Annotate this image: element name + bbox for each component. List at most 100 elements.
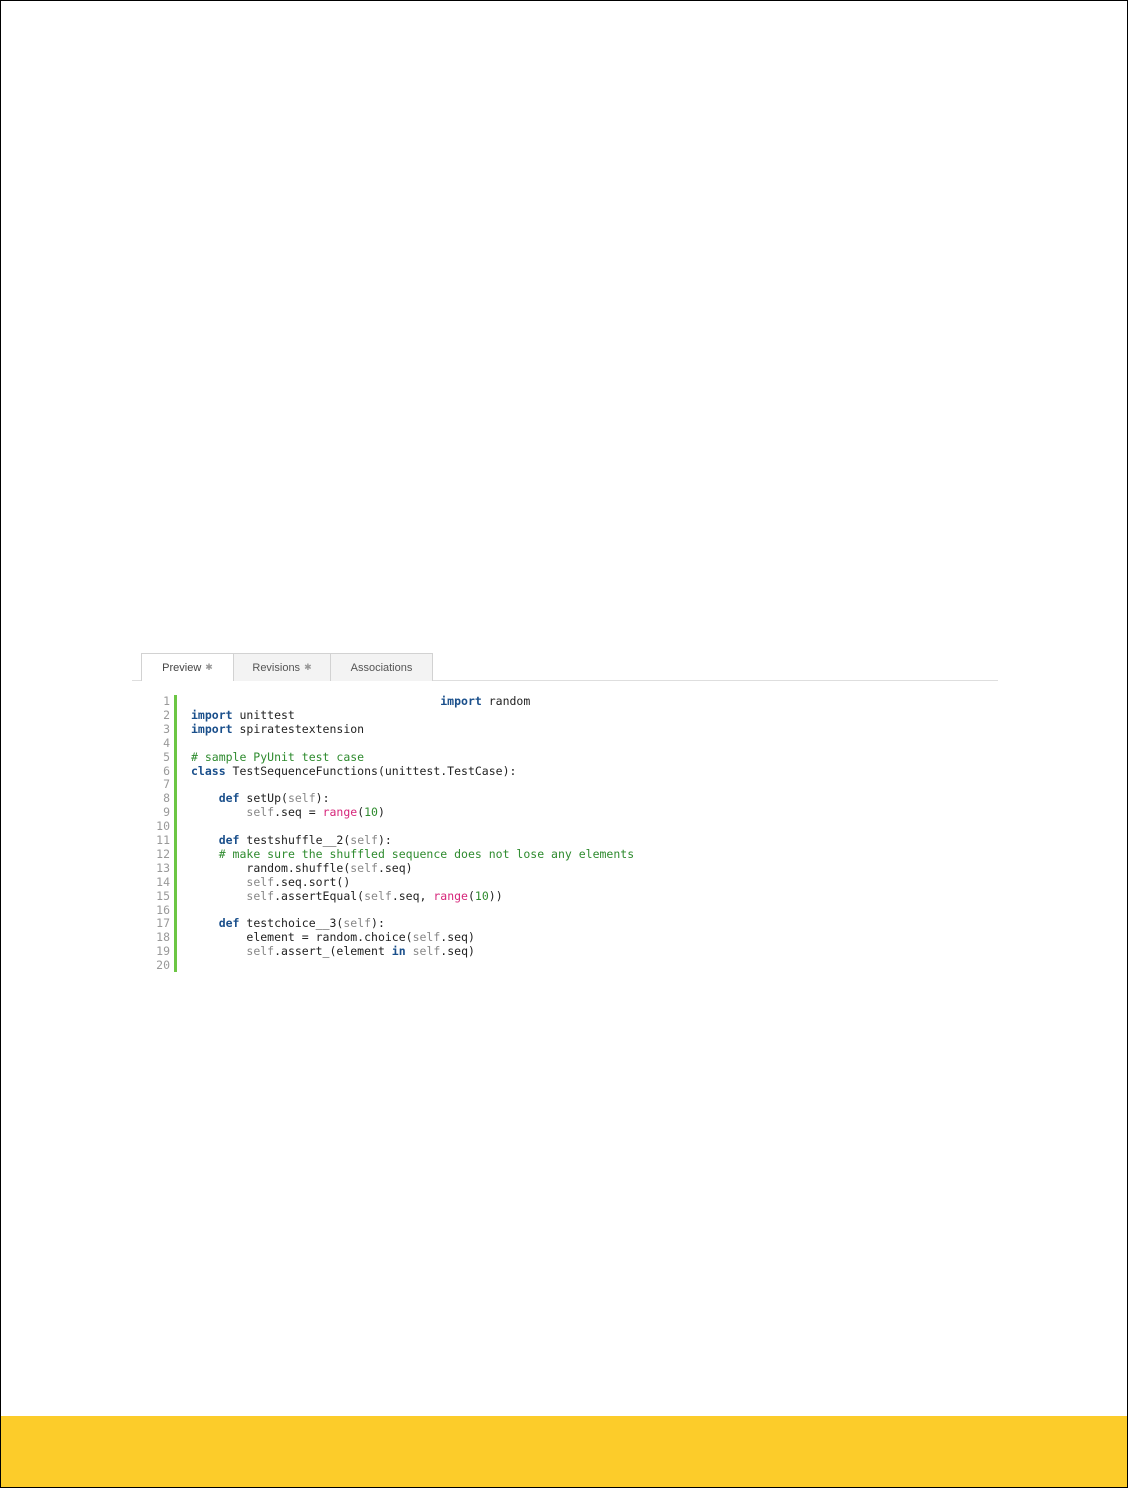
code-token: self bbox=[364, 888, 392, 903]
code-token: self bbox=[246, 874, 275, 889]
tab-revisions-label: Revisions bbox=[252, 661, 301, 674]
code-line: # sample PyUnit test case bbox=[191, 749, 365, 765]
code-line: def setUp(self): bbox=[191, 791, 330, 806]
line-number: 8 bbox=[163, 791, 170, 806]
code-token: def bbox=[218, 791, 240, 806]
code-line: def testshuffle__2(self): bbox=[191, 833, 392, 848]
line-number: 17 bbox=[156, 916, 170, 931]
code-line: self.assertEqual(self.seq, range(10)) bbox=[191, 888, 503, 904]
code-token: self bbox=[412, 930, 441, 945]
code-token: setUp( bbox=[239, 791, 288, 806]
code-token: import bbox=[440, 694, 482, 708]
code-token: self bbox=[350, 833, 378, 847]
code-token: TestSequenceFunctions(unittest.TestCase)… bbox=[225, 763, 517, 778]
footer-band bbox=[0, 1416, 1128, 1488]
code-viewer: 1 2 3 4 5 6 7 8 9 10 11 12 13 14 15 16 17 18 19 20 import r… bbox=[142, 694, 998, 973]
line-number: 12 bbox=[156, 846, 170, 861]
code-token: ( bbox=[467, 888, 475, 903]
line-number: 10 bbox=[156, 819, 170, 834]
tab-preview-label: Preview bbox=[162, 661, 202, 674]
line-number: 3 bbox=[163, 721, 170, 736]
line-number: 18 bbox=[156, 930, 170, 945]
code-token: self bbox=[412, 944, 441, 959]
code-token: .seq = bbox=[274, 805, 323, 820]
code-token: .seq, bbox=[391, 888, 434, 903]
code-line: self.seq = range(10) bbox=[191, 805, 385, 820]
code-token: .seq) bbox=[440, 930, 475, 945]
code-token: def bbox=[218, 833, 240, 847]
code-line: import random bbox=[191, 694, 531, 709]
code-token: testchoice__3( bbox=[239, 916, 344, 931]
code-token: self bbox=[343, 916, 372, 931]
line-number: 20 bbox=[156, 958, 170, 973]
code-line: import unittest bbox=[191, 707, 295, 723]
line-number: 19 bbox=[156, 944, 170, 959]
code-token: .assertEqual( bbox=[274, 888, 365, 903]
code-line: class TestSequenceFunctions(unittest.Tes… bbox=[191, 763, 517, 779]
code-line: self.seq.sort() bbox=[191, 874, 351, 890]
code-token: )) bbox=[488, 888, 503, 903]
code-token: self bbox=[246, 888, 275, 903]
tab-revisions[interactable]: Revisions ✱ bbox=[233, 653, 331, 681]
code-token: ): bbox=[315, 791, 330, 806]
code-token: # make sure the shuffled sequence does n… bbox=[218, 846, 635, 861]
tab-bar: Preview ✱ Revisions ✱ Associations bbox=[132, 653, 998, 681]
code-token: class bbox=[191, 763, 226, 778]
code-token: ): bbox=[377, 833, 392, 847]
code-token: range bbox=[322, 805, 358, 820]
code-token: random bbox=[481, 694, 531, 708]
line-number: 11 bbox=[156, 833, 170, 847]
line-number: 2 bbox=[163, 707, 170, 722]
code-token: .assert_(element bbox=[274, 944, 392, 959]
line-number: 15 bbox=[156, 888, 170, 903]
code-line: element = random.choice(self.seq) bbox=[191, 930, 475, 945]
code-token: import bbox=[191, 707, 233, 722]
code-token: 10 bbox=[474, 888, 489, 903]
line-number: 1 bbox=[163, 694, 170, 708]
code-line: self.assert_(element in self.seq) bbox=[191, 944, 475, 959]
code-token: testshuffle__2( bbox=[239, 833, 351, 847]
code-token: unittest bbox=[232, 707, 295, 722]
gutter-accent-bar bbox=[174, 695, 177, 972]
code-token: range bbox=[433, 888, 468, 903]
code-token: element = random.choice( bbox=[246, 930, 413, 945]
code-line: import spiratestextension bbox=[191, 721, 364, 737]
code-token: def bbox=[218, 916, 240, 931]
code-line: # make sure the shuffled sequence does n… bbox=[191, 846, 635, 862]
line-number: 13 bbox=[156, 860, 170, 875]
line-number: 14 bbox=[156, 874, 170, 889]
code-token: in bbox=[391, 944, 406, 959]
code-token: random.shuffle( bbox=[246, 860, 351, 875]
gear-icon: ✱ bbox=[304, 662, 312, 672]
code-token: self bbox=[350, 860, 378, 875]
line-number: 7 bbox=[163, 777, 170, 792]
code-token: self bbox=[246, 944, 275, 959]
code-token: import bbox=[191, 721, 233, 736]
line-number-gutter: 1 2 3 4 5 6 7 8 9 10 11 12 13 14 15 16 17 18 19 20 bbox=[142, 694, 172, 973]
code-token: self bbox=[287, 791, 316, 806]
code-token: .seq) bbox=[440, 944, 475, 959]
code-token: .seq) bbox=[377, 860, 413, 875]
code-token: .seq.sort() bbox=[274, 874, 351, 889]
gear-icon: ✱ bbox=[205, 662, 213, 672]
tab-preview[interactable]: Preview ✱ bbox=[141, 653, 234, 681]
tab-associations[interactable]: Associations bbox=[330, 653, 433, 681]
code-line: random.shuffle(self.seq) bbox=[191, 860, 413, 876]
line-number: 9 bbox=[163, 805, 170, 820]
code-token: ): bbox=[371, 916, 385, 931]
code-line: def testchoice__3(self): bbox=[191, 916, 385, 931]
code-token: 10 bbox=[364, 805, 378, 820]
tab-associations-label: Associations bbox=[350, 661, 413, 674]
code-token: # sample PyUnit test case bbox=[191, 749, 365, 764]
line-number: 5 bbox=[163, 749, 170, 764]
